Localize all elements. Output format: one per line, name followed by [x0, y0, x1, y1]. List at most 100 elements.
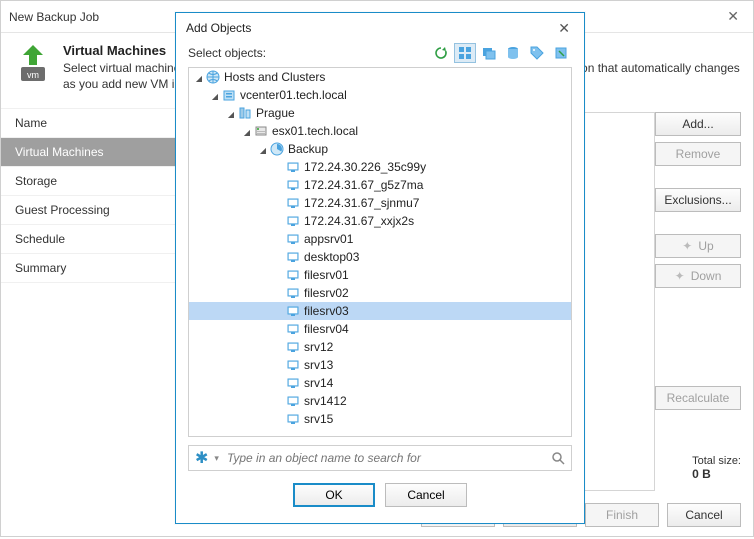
tree-node[interactable]: srv13: [189, 356, 571, 374]
object-tree[interactable]: Hosts and Clusters vcenter01.tech.local Pr…: [188, 67, 572, 437]
tree-node-label: appsrv01: [304, 232, 353, 246]
wizard-nav: NameVirtual MachinesStorageGuest Process…: [1, 104, 193, 539]
vm-icon: [285, 303, 301, 319]
select-objects-label: Select objects:: [188, 46, 266, 60]
datacenter-icon: [237, 105, 253, 121]
nav-item-summary[interactable]: Summary: [1, 254, 193, 283]
up-button[interactable]: ✦Up: [655, 234, 741, 258]
tree-node[interactable]: srv14: [189, 374, 571, 392]
close-icon[interactable]: ✕: [721, 8, 745, 25]
cancel-button[interactable]: Cancel: [385, 483, 467, 507]
nav-item-virtual-machines[interactable]: Virtual Machines: [1, 138, 193, 167]
tree-node[interactable]: srv1412: [189, 392, 571, 410]
tree-node[interactable]: Hosts and Clusters: [189, 68, 571, 86]
svg-text:vm: vm: [27, 70, 39, 80]
tree-node-label: 172.24.30.226_35c99y: [304, 160, 426, 174]
tree-node[interactable]: 172.24.31.67_xxjx2s: [189, 212, 571, 230]
expand-icon[interactable]: [257, 142, 269, 156]
vm-icon: [285, 195, 301, 211]
tree-node[interactable]: filesrv04: [189, 320, 571, 338]
nav-item-schedule[interactable]: Schedule: [1, 225, 193, 254]
tree-node-label: Backup: [288, 142, 328, 156]
tree-node[interactable]: vcenter01.tech.local: [189, 86, 571, 104]
tree-node-label: desktop03: [304, 250, 359, 264]
templates-view-icon[interactable]: [550, 43, 572, 63]
globe-icon: [205, 69, 221, 85]
search-icon[interactable]: [551, 451, 565, 465]
vm-icon: [285, 249, 301, 265]
remove-button[interactable]: Remove: [655, 142, 741, 166]
tree-node-label: 172.24.31.67_sjnmu7: [304, 196, 419, 210]
tree-node[interactable]: srv12: [189, 338, 571, 356]
view-toolbar: [430, 43, 572, 63]
vm-icon: [285, 177, 301, 193]
tree-node[interactable]: filesrv01: [189, 266, 571, 284]
vms-view-icon[interactable]: [478, 43, 500, 63]
dropdown-icon[interactable]: ▾: [214, 453, 219, 464]
hosts-view-icon[interactable]: [454, 43, 476, 63]
tree-node-label: Prague: [256, 106, 295, 120]
finish-button[interactable]: Finish: [585, 503, 659, 527]
vm-icon: [285, 159, 301, 175]
dialog-titlebar: Add Objects ✕: [176, 13, 584, 43]
tree-node[interactable]: Prague: [189, 104, 571, 122]
refresh-icon[interactable]: [430, 43, 452, 63]
pool-icon: [269, 141, 285, 157]
tree-node-label: filesrv02: [304, 286, 349, 300]
vm-icon: [285, 231, 301, 247]
tree-node[interactable]: Backup: [189, 140, 571, 158]
tree-node-label: srv15: [304, 412, 333, 426]
expand-icon[interactable]: [209, 88, 221, 102]
tree-node-label: vcenter01.tech.local: [240, 88, 347, 102]
tree-node-label: Hosts and Clusters: [224, 70, 325, 84]
ok-button[interactable]: OK: [293, 483, 375, 507]
tree-node[interactable]: 172.24.31.67_g5z7ma: [189, 176, 571, 194]
close-icon[interactable]: ✕: [554, 20, 574, 37]
search-row: ✱ ▾: [188, 445, 572, 471]
total-size-label: Total size: 0 B: [692, 455, 741, 481]
nav-item-name[interactable]: Name: [1, 108, 193, 138]
nav-item-storage[interactable]: Storage: [1, 167, 193, 196]
down-button[interactable]: ✦Down: [655, 264, 741, 288]
expand-icon[interactable]: [225, 106, 237, 120]
recalculate-button[interactable]: Recalculate: [655, 386, 741, 410]
tree-node[interactable]: desktop03: [189, 248, 571, 266]
tree-node[interactable]: filesrv03: [189, 302, 571, 320]
tags-view-icon[interactable]: [526, 43, 548, 63]
tree-node[interactable]: 172.24.30.226_35c99y: [189, 158, 571, 176]
dialog-title: Add Objects: [186, 21, 251, 35]
tree-node[interactable]: appsrv01: [189, 230, 571, 248]
datastore-view-icon[interactable]: [502, 43, 524, 63]
tree-node-label: srv12: [304, 340, 333, 354]
vm-icon: [285, 339, 301, 355]
tree-node-label: filesrv04: [304, 322, 349, 336]
dialog-label-row: Select objects:: [176, 43, 584, 67]
tree-node-label: 172.24.31.67_g5z7ma: [304, 178, 423, 192]
search-input[interactable]: [225, 450, 545, 466]
dialog-footer: OK Cancel: [176, 471, 584, 519]
wizard-banner-icon: vm: [13, 43, 53, 83]
tree-node-label: 172.24.31.67_xxjx2s: [304, 214, 414, 228]
vm-icon: [285, 213, 301, 229]
nav-item-guest-processing[interactable]: Guest Processing: [1, 196, 193, 225]
vm-icon: [285, 321, 301, 337]
vm-icon: [285, 267, 301, 283]
tree-node[interactable]: filesrv02: [189, 284, 571, 302]
tree-node-label: srv13: [304, 358, 333, 372]
cancel-button[interactable]: Cancel: [667, 503, 741, 527]
host-icon: [253, 123, 269, 139]
vm-icon: [285, 375, 301, 391]
exclusions-button[interactable]: Exclusions...: [655, 188, 741, 212]
vm-icon: [285, 393, 301, 409]
add-button[interactable]: Add...: [655, 112, 741, 136]
tree-node-label: filesrv01: [304, 268, 349, 282]
vm-icon: [285, 285, 301, 301]
add-objects-dialog: Add Objects ✕ Select objects: Hosts and …: [175, 12, 585, 524]
expand-icon[interactable]: [193, 70, 205, 84]
tree-node[interactable]: srv15: [189, 410, 571, 428]
tree-node[interactable]: 172.24.31.67_sjnmu7: [189, 194, 571, 212]
tree-node-label: filesrv03: [304, 304, 349, 318]
tree-node[interactable]: esx01.tech.local: [189, 122, 571, 140]
snowflake-icon[interactable]: ✱: [195, 448, 208, 468]
expand-icon[interactable]: [241, 124, 253, 138]
